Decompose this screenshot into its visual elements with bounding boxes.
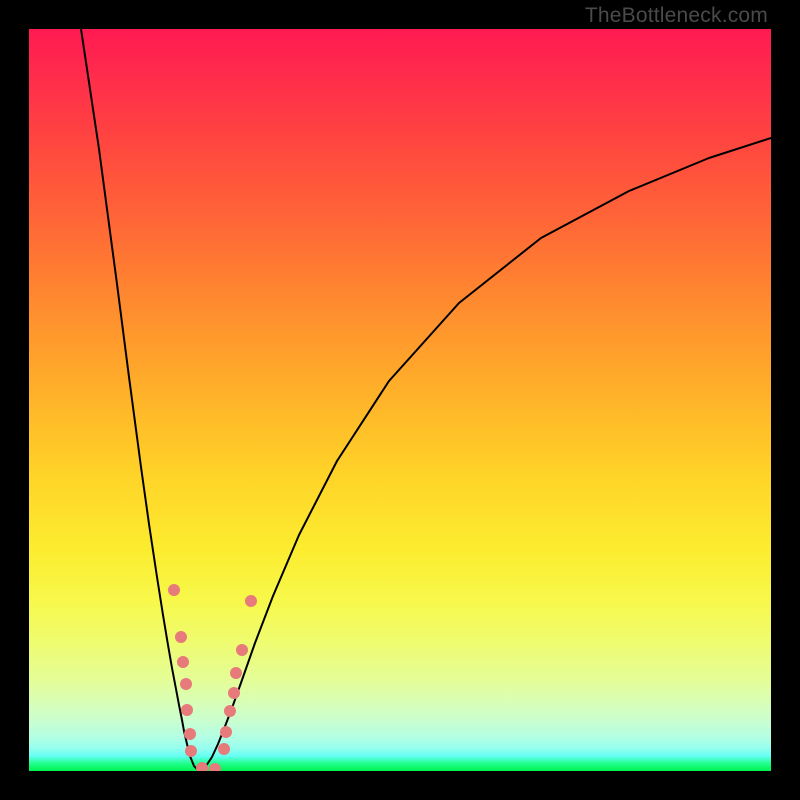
chart-frame: TheBottleneck.com (0, 0, 800, 800)
plot-area (29, 29, 771, 771)
watermark-text: TheBottleneck.com (585, 4, 768, 28)
gradient-background (29, 29, 771, 771)
